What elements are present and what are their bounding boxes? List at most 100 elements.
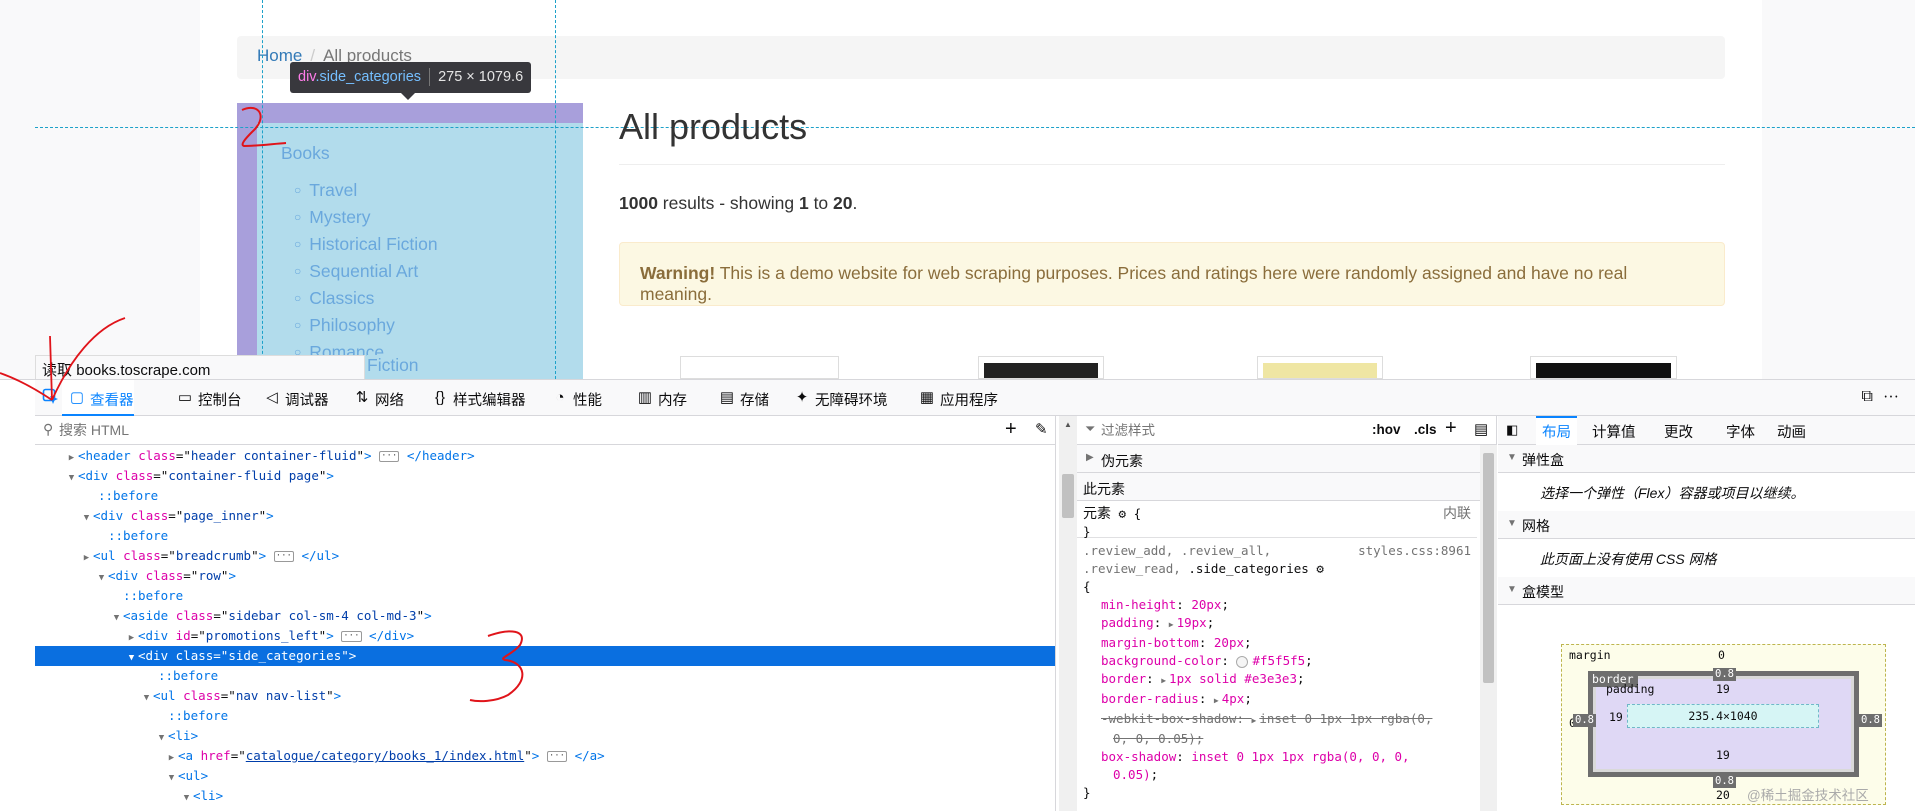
collapse-icon[interactable]: ▼ bbox=[65, 468, 78, 488]
category-partial[interactable]: Fiction bbox=[367, 355, 429, 379]
sidebar-tab[interactable]: 布局 bbox=[1536, 416, 1577, 445]
tab-console[interactable]: ▭ 控制台 bbox=[170, 380, 242, 416]
pseudo-elements-header[interactable]: ▶ 伪元素 bbox=[1077, 445, 1496, 473]
markup-node-row[interactable]: ▼ <ul class="nav nav-list"> bbox=[35, 686, 1055, 708]
markup-node-row[interactable]: ▶ <ul class="breadcrumb"> ··· </ul> bbox=[35, 546, 1055, 568]
rules-scrollbar[interactable] bbox=[1480, 445, 1497, 811]
category-books-link[interactable]: Books bbox=[281, 141, 438, 166]
expand-icon[interactable]: ▶ bbox=[1161, 676, 1166, 685]
tab-network[interactable]: ⇅ 网络 bbox=[347, 380, 404, 416]
dock-icon[interactable]: ⧉ bbox=[1862, 388, 1883, 405]
border-left-value[interactable]: 0.8 bbox=[1573, 714, 1596, 727]
declaration[interactable]: border: ▶ 1px solid #e3e3e3; bbox=[1083, 670, 1471, 690]
property-value[interactable]: inset 0 1px 1px rgba(0, bbox=[1259, 711, 1432, 726]
print-media-icon[interactable]: ▤ bbox=[1474, 420, 1488, 438]
filter-styles-input[interactable] bbox=[1101, 420, 1301, 440]
add-node-button[interactable]: + bbox=[1005, 418, 1017, 441]
border-top-value[interactable]: 0.8 bbox=[1713, 668, 1736, 681]
toggle-sidebar-icon[interactable]: ◧ bbox=[1506, 422, 1518, 438]
expand-icon[interactable]: ▶ bbox=[165, 748, 178, 768]
flexbox-section-header[interactable]: ▼ 弹性盒 bbox=[1498, 445, 1915, 473]
expand-icon[interactable]: ▶ bbox=[80, 548, 93, 568]
padding-top-value[interactable]: 19 bbox=[1716, 682, 1730, 696]
add-rule-button[interactable]: + bbox=[1445, 417, 1457, 440]
declaration[interactable]: box-shadow: inset 0 1px 1px rgba(0, 0, 0… bbox=[1083, 748, 1471, 766]
markup-node-row[interactable]: ▼ <ul> bbox=[35, 766, 1055, 786]
expand-icon[interactable]: ▶ bbox=[125, 628, 138, 648]
collapse-icon[interactable]: ▼ bbox=[95, 568, 108, 588]
product-thumbnail[interactable] bbox=[1530, 356, 1677, 379]
property-value[interactable]: 0.05) bbox=[1113, 767, 1151, 782]
scroll-up-icon[interactable]: ▲ bbox=[1064, 420, 1072, 429]
expand-icon[interactable]: ▶ bbox=[65, 448, 78, 468]
product-thumbnail[interactable] bbox=[1257, 356, 1383, 379]
eyedropper-icon[interactable]: ✎ bbox=[1035, 420, 1048, 438]
markup-node-row[interactable]: ▶ <a href="catalogue/category/books_1/ind… bbox=[35, 746, 1055, 768]
declaration[interactable]: padding: ▶ 19px; bbox=[1083, 614, 1471, 634]
more-icon[interactable]: ⋯ bbox=[1883, 388, 1909, 405]
category-link[interactable]: Sequential Art bbox=[294, 259, 438, 286]
tab-storage[interactable]: ▤ 存储 bbox=[712, 380, 769, 416]
markup-node-row[interactable]: ▶ <div id="promotions_left"> ··· </div> bbox=[35, 626, 1055, 648]
search-html-input[interactable] bbox=[59, 420, 939, 440]
padding-bottom-value[interactable]: 19 bbox=[1716, 748, 1730, 762]
markup-node-row[interactable]: ::before bbox=[35, 706, 1055, 726]
rule-source-link[interactable]: styles.css:8961 bbox=[1358, 542, 1471, 560]
property-value[interactable]: 20px bbox=[1191, 597, 1221, 612]
collapse-icon[interactable]: ▼ bbox=[140, 688, 153, 708]
element-picker-icon[interactable] bbox=[41, 388, 61, 408]
markup-node-row[interactable]: ▼ <aside class="sidebar col-sm-4 col-md-3… bbox=[35, 606, 1055, 626]
category-link[interactable]: Philosophy bbox=[294, 313, 438, 340]
markup-node-row[interactable]: ▼ <li> bbox=[35, 786, 1055, 808]
box-model-content[interactable]: 235.4×1040 bbox=[1627, 704, 1819, 728]
collapse-icon[interactable]: ▼ bbox=[155, 728, 168, 748]
cls-toggle[interactable]: .cls bbox=[1414, 422, 1437, 437]
collapse-icon[interactable]: ▼ bbox=[125, 648, 138, 668]
declaration[interactable]: background-color: #f5f5f5; bbox=[1083, 652, 1471, 670]
property-value[interactable]: 0, 0, 0.05) bbox=[1113, 731, 1196, 746]
markup-node-row[interactable]: ::before bbox=[35, 486, 1055, 506]
collapsed-children-icon[interactable]: ··· bbox=[546, 751, 568, 762]
border-right-value[interactable]: 0.8 bbox=[1859, 714, 1882, 727]
property-value[interactable]: 4px bbox=[1222, 691, 1245, 706]
hov-toggle[interactable]: :hov bbox=[1372, 422, 1401, 437]
markup-node-row[interactable]: ▼ <div class="container-fluid page"> bbox=[35, 466, 1055, 488]
markup-node-row[interactable]: ▼ <div class="page_inner"> bbox=[35, 506, 1055, 526]
declaration[interactable]: -webkit-box-shadow: ▶ inset 0 1px 1px rgb… bbox=[1083, 710, 1471, 730]
element-rule[interactable]: 元素 ⚙ { } 内联 bbox=[1077, 502, 1477, 539]
sidebar-tab[interactable]: 字体 bbox=[1720, 416, 1761, 445]
property-value[interactable]: 1px solid #e3e3e3 bbox=[1169, 671, 1297, 686]
markup-node-row[interactable]: ::before bbox=[35, 526, 1055, 546]
sidebar-tab[interactable]: 计算值 bbox=[1586, 416, 1642, 445]
category-link[interactable]: Travel bbox=[294, 178, 438, 205]
expand-icon[interactable]: ▶ bbox=[1169, 620, 1174, 629]
padding-left-value[interactable]: 19 bbox=[1609, 710, 1623, 724]
property-value[interactable]: #f5f5f5 bbox=[1252, 653, 1305, 668]
tab-application[interactable]: ▦ 应用程序 bbox=[912, 380, 998, 416]
collapsed-children-icon[interactable]: ··· bbox=[341, 631, 362, 642]
markup-node-row[interactable]: ▼ <div class="row"> bbox=[35, 566, 1055, 588]
category-link[interactable]: Classics bbox=[294, 286, 438, 313]
tab-inspector[interactable]: ▢ 查看器 bbox=[62, 380, 134, 416]
tab-debugger[interactable]: ◁ 调试器 bbox=[257, 380, 328, 416]
border-bottom-value[interactable]: 0.8 bbox=[1713, 775, 1736, 788]
rules-scroll-thumb[interactable] bbox=[1483, 453, 1494, 683]
category-link[interactable]: Mystery bbox=[294, 205, 438, 232]
collapsed-children-icon[interactable]: ··· bbox=[379, 451, 400, 462]
expand-icon[interactable]: ▶ bbox=[1214, 696, 1219, 705]
markup-node-row[interactable]: ▶ <header class="header container-fluid">… bbox=[35, 446, 1055, 468]
box-model-section-header[interactable]: ▼ 盒模型 bbox=[1498, 577, 1915, 605]
gear-icon[interactable]: ⚙ bbox=[1119, 506, 1127, 521]
collapse-icon[interactable]: ▼ bbox=[180, 788, 193, 808]
declaration[interactable]: border-radius: ▶ 4px; bbox=[1083, 690, 1471, 710]
gear-icon[interactable]: ⚙ bbox=[1316, 561, 1324, 576]
margin-bottom-value[interactable]: 20 bbox=[1716, 788, 1730, 802]
tab-accessibility[interactable]: ✦ 无障碍环境 bbox=[787, 380, 888, 416]
tab-memory[interactable]: ▥ 内存 bbox=[630, 380, 687, 416]
markup-scroll-thumb[interactable] bbox=[1062, 474, 1074, 518]
sidebar-tab[interactable]: 更改 bbox=[1658, 416, 1699, 445]
sidebar-tab[interactable]: 动画 bbox=[1771, 416, 1812, 445]
grid-section-header[interactable]: ▼ 网格 bbox=[1498, 511, 1915, 539]
declaration[interactable]: min-height: 20px; bbox=[1083, 596, 1471, 614]
markup-node-row[interactable]: ::before bbox=[35, 586, 1055, 606]
